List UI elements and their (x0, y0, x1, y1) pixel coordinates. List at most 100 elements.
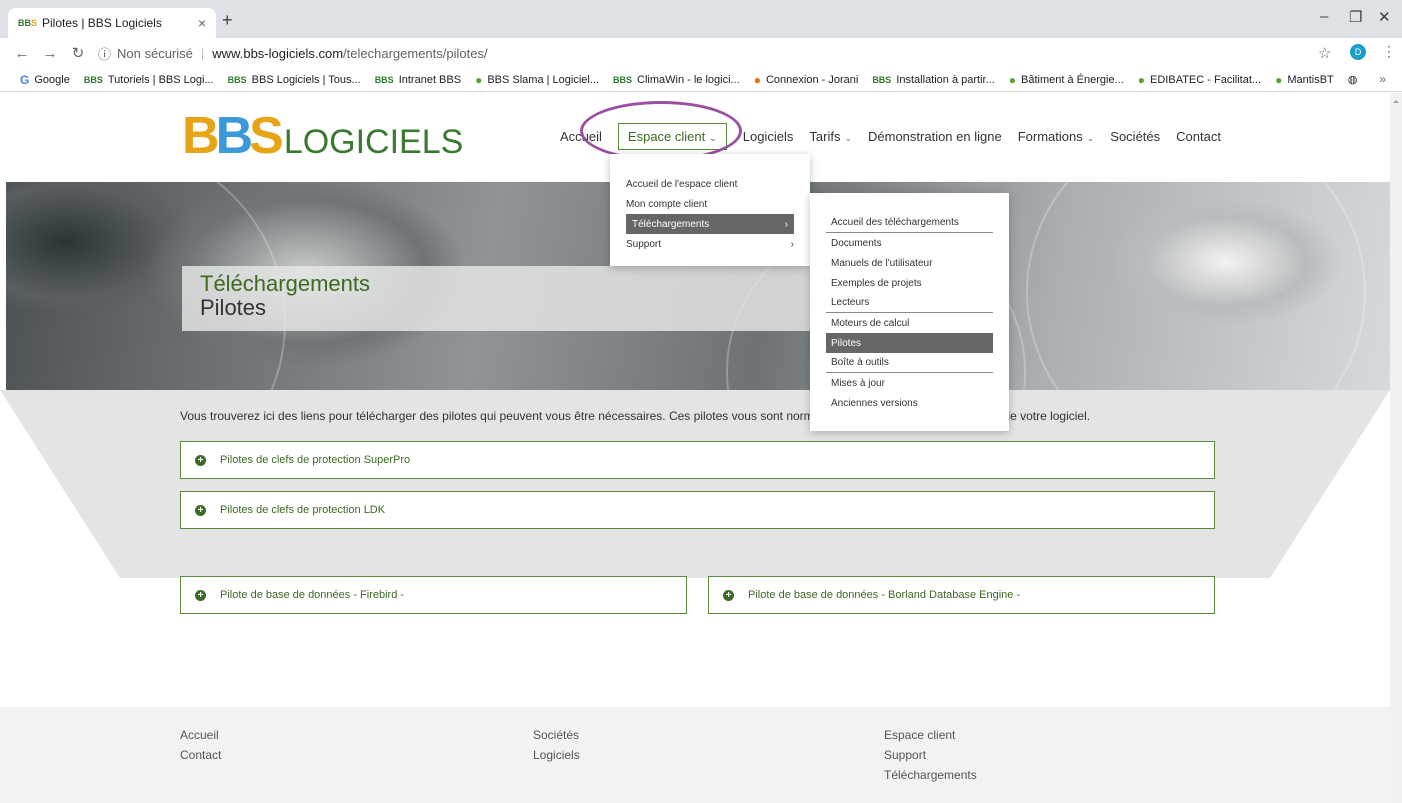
footer-column-1: Accueil Contact (180, 725, 221, 765)
bookmark-item[interactable]: BBS ClimaWin - le logici... (613, 74, 740, 86)
browser-menu-icon[interactable]: ⋮ (1382, 43, 1396, 60)
footer-column-3: Espace client Support Téléchargements (884, 725, 977, 785)
footer-link[interactable]: Logiciels (533, 745, 580, 765)
url-host: www.bbs-logiciels.com (212, 45, 344, 61)
more-bookmarks-icon[interactable]: » (1379, 72, 1386, 86)
bookmark-label: Connexion - Jorani (765, 73, 859, 86)
bookmark-item[interactable]: G Google (20, 73, 70, 87)
bookmark-star-icon[interactable]: ☆ (1318, 44, 1331, 62)
submenu-item[interactable]: Accueil des téléchargements (826, 213, 993, 233)
accordion-label: Pilote de base de données - Borland Data… (748, 589, 1021, 601)
nav-item-label: Sociétés (1110, 129, 1161, 144)
new-tab-button[interactable]: + (222, 10, 233, 31)
back-arrow-icon[interactable]: ← (10, 45, 34, 62)
bookmark-item[interactable]: ● MantisBT (1275, 73, 1334, 87)
menu-item-label: Support (626, 238, 662, 250)
menu-item[interactable]: Mon compte client (626, 194, 794, 214)
accordion-firebird[interactable]: + Pilote de base de données - Firebird - (180, 576, 687, 614)
menu-item-label: Mon compte client (626, 198, 708, 210)
footer-link[interactable]: Espace client (884, 725, 977, 745)
site-footer: Accueil Contact Sociétés Logiciels Espace … (0, 707, 1390, 803)
bbs-favicon-icon: BBS (374, 74, 394, 85)
logo-wordmark: LOGICIELS (283, 123, 464, 161)
footer-link[interactable]: Support (884, 745, 977, 765)
nav-item-logiciels[interactable]: Logiciels (743, 129, 794, 144)
bookmark-item[interactable]: ● Bâtiment à Énergie... (1009, 73, 1124, 87)
reload-icon[interactable]: ↻ (66, 44, 90, 62)
submenu-item[interactable]: Moteurs de calcul (826, 313, 993, 333)
nav-item-formations[interactable]: Formations ⌄ (1018, 129, 1095, 144)
bookmark-item[interactable]: BBS Tutoriels | BBS Logi... (84, 74, 214, 86)
menu-item[interactable]: Support › (626, 234, 794, 254)
browser-tab[interactable]: BB S Pilotes | BBS Logiciels × (8, 8, 216, 38)
minimize-window-icon[interactable]: – (1320, 8, 1328, 25)
bookmark-item[interactable]: ● BBS Slama | Logiciel... (475, 73, 599, 87)
bookmark-label: Installation à partir... (896, 73, 995, 86)
bookmark-favicon-icon: ● (1008, 72, 1017, 87)
submenu-item[interactable]: Documents (826, 233, 993, 253)
bookmark-favicon-icon: ● (1275, 72, 1283, 87)
submenu-item[interactable]: Boîte à outils (826, 353, 993, 373)
nav-item-sociétés[interactable]: Sociétés (1110, 129, 1160, 144)
menu-item-label: Accueil de l'espace client (626, 178, 738, 190)
accordion-ldk[interactable]: + Pilotes de clefs de protection LDK (180, 491, 1215, 529)
bbs-logiciels-logo[interactable]: B B S LOGICIELS (182, 106, 463, 166)
bookmark-label: BBS Logiciels | Tous... (251, 73, 361, 86)
url-field[interactable]: ⓘ Non sécurisé | www.bbs-logiciels.com/t… (98, 42, 1380, 64)
security-label: Non sécurisé (117, 45, 193, 61)
forward-arrow-icon[interactable]: → (38, 45, 62, 62)
bbs-favicon-icon: BBS (872, 74, 892, 85)
bookmark-item[interactable]: ● Connexion - Jorani (754, 73, 859, 87)
footer-link[interactable]: Accueil (180, 725, 221, 745)
menu-item-label: Téléchargements (632, 218, 710, 230)
nav-item-label: Démonstration en ligne (868, 129, 1002, 144)
bbs-favicon-icon: BBS (83, 74, 103, 85)
submenu-item[interactable]: Lecteurs (826, 293, 993, 313)
chevron-down-icon: ⌄ (844, 133, 852, 143)
nav-item-démonstration-en-ligne[interactable]: Démonstration en ligne (868, 129, 1002, 144)
nav-item-label: Contact (1176, 129, 1221, 144)
submenu-item[interactable]: Mises à jour (826, 373, 993, 393)
footer-link[interactable]: Sociétés (533, 725, 580, 745)
restore-window-icon[interactable]: ❐ (1349, 8, 1362, 26)
accordion-superpro[interactable]: + Pilotes de clefs de protection SuperPr… (180, 441, 1215, 479)
submenu-item[interactable]: Manuels de l'utilisateur (826, 253, 993, 273)
bookmark-label: Bâtiment à Énergie... (1021, 73, 1124, 86)
menu-item[interactable]: Téléchargements › (626, 214, 794, 234)
nav-item-contact[interactable]: Contact (1176, 129, 1221, 144)
bookmark-item[interactable]: BBS Installation à partir... (872, 74, 994, 86)
footer-link[interactable]: Téléchargements (884, 765, 977, 785)
nav-item-tarifs[interactable]: Tarifs ⌄ (809, 129, 852, 144)
plus-circle-icon: + (195, 454, 206, 466)
browser-tab-bar: BB S Pilotes | BBS Logiciels × + – ❐ ✕ (0, 0, 1402, 38)
accordion-borland[interactable]: + Pilote de base de données - Borland Da… (708, 576, 1215, 614)
bookmark-item[interactable]: BBS BBS Logiciels | Tous... (228, 74, 361, 86)
info-icon[interactable]: ⓘ (98, 44, 111, 63)
bookmark-label: ClimaWin - le logici... (637, 73, 740, 86)
footer-link[interactable]: Contact (180, 745, 221, 765)
submenu-item[interactable]: Exemples de projets (826, 273, 993, 293)
page-scrollbar[interactable] (1390, 93, 1402, 803)
espace-client-dropdown: Accueil de l'espace client Mon compte cli… (610, 154, 810, 266)
bookmark-favicon-icon: ● (475, 72, 483, 87)
accordion-label: Pilotes de clefs de protection SuperPro (220, 454, 411, 466)
bookmark-label: Intranet BBS (398, 73, 462, 86)
menu-item[interactable]: Accueil de l'espace client (626, 174, 794, 194)
hero-disc (1026, 182, 1366, 390)
logo-letter-s: S (249, 107, 284, 165)
nav-item-label: Logiciels (742, 129, 794, 144)
close-window-icon[interactable]: ✕ (1378, 8, 1391, 26)
logo-letter-b1: B (182, 107, 220, 165)
tab-title: Pilotes | BBS Logiciels (42, 16, 162, 30)
bookmark-item[interactable]: BBS Intranet BBS (375, 74, 461, 86)
site-favicon-icon: BB S (18, 18, 38, 28)
globe-icon[interactable]: ◍ (1348, 73, 1358, 86)
close-tab-icon[interactable]: × (198, 15, 206, 31)
bookmark-item[interactable]: ● EDIBATEC - Facilitat... (1138, 73, 1261, 87)
bookmark-label: MantisBT (1287, 73, 1334, 86)
profile-avatar[interactable]: D (1350, 44, 1366, 60)
submenu-item[interactable]: Anciennes versions (826, 393, 993, 413)
submenu-item[interactable]: Pilotes (826, 333, 993, 353)
bookmark-favicon-icon: ● (1137, 72, 1146, 87)
bookmark-label: BBS Slama | Logiciel... (487, 73, 600, 86)
